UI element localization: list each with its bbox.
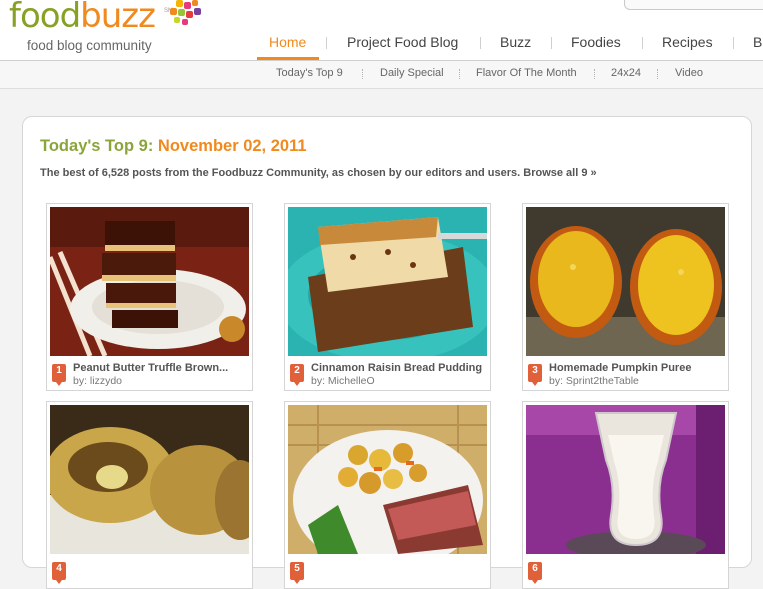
subnav-separator: [459, 69, 461, 79]
top-9-description: The best of 6,528 posts from the Foodbuz…: [40, 167, 597, 179]
post-author[interactable]: by: lizzydo: [73, 375, 122, 387]
logo-buzz-text: buzz: [80, 0, 156, 36]
description-text: The best of 6,528 posts from the Foodbuz…: [40, 167, 521, 179]
post-thumbnail[interactable]: [526, 405, 725, 554]
post-caption: 4: [47, 558, 252, 588]
site-logo[interactable]: foodbuzz: [9, 0, 156, 36]
post-card[interactable]: 6: [522, 401, 729, 589]
colorful-dots-icon: [170, 0, 201, 25]
rank-badge: 3: [528, 364, 542, 386]
nav-separator: [642, 37, 643, 49]
post-author[interactable]: by: Sprint2theTable: [549, 375, 639, 387]
post-card[interactable]: 3 Homemade Pumpkin Puree by: Sprint2theT…: [522, 203, 729, 391]
post-author[interactable]: by: MichelleO: [311, 375, 375, 387]
post-card[interactable]: 1 Peanut Butter Truffle Brown... by: liz…: [46, 203, 253, 391]
subnav-item-flavor-of-the-month[interactable]: Flavor Of The Month: [476, 67, 577, 79]
nav-item-buzz[interactable]: Buzz: [500, 34, 531, 50]
main-nav: Home Project Food Blog Buzz Foodies Reci…: [0, 34, 763, 52]
nav-item-home[interactable]: Home: [269, 34, 306, 50]
post-thumbnail[interactable]: [50, 405, 249, 554]
post-thumbnail[interactable]: [526, 207, 725, 356]
post-card[interactable]: 4: [46, 401, 253, 589]
subnav-item-24x24[interactable]: 24x24: [611, 67, 641, 79]
subnav-item-daily-special[interactable]: Daily Special: [380, 67, 444, 79]
subnav-separator: [594, 69, 596, 79]
subnav-separator: [362, 69, 364, 79]
nav-item-foodies[interactable]: Foodies: [571, 34, 621, 50]
rank-badge: 6: [528, 562, 542, 584]
site-header: foodbuzz SM food blog community Home Pro…: [0, 0, 763, 60]
rank-badge: 4: [52, 562, 66, 584]
top-9-date: November 02, 2011: [157, 137, 307, 155]
rank-badge: 5: [290, 562, 304, 584]
nav-separator: [326, 37, 327, 49]
sub-nav: Today's Top 9 Daily Special Flavor Of Th…: [0, 60, 763, 89]
post-caption: 2 Cinnamon Raisin Bread Pudding by: Mich…: [285, 360, 490, 390]
nav-item-project-food-blog[interactable]: Project Food Blog: [347, 34, 458, 50]
top-9-panel: Today's Top 9: November 02, 2011 The bes…: [22, 116, 752, 589]
post-caption: 5: [285, 558, 490, 588]
post-thumbnail[interactable]: [288, 405, 487, 554]
post-title[interactable]: Cinnamon Raisin Bread Pudding: [311, 362, 482, 374]
post-title[interactable]: Peanut Butter Truffle Brown...: [73, 362, 228, 374]
rank-badge: 2: [290, 364, 304, 386]
search-input[interactable]: [624, 0, 763, 10]
page-title: Today's Top 9: November 02, 2011: [40, 137, 307, 156]
nav-item-blogs[interactable]: B: [753, 34, 762, 50]
top-9-title: Today's Top 9:: [40, 137, 154, 155]
subnav-item-todays-top-9[interactable]: Today's Top 9: [276, 67, 343, 79]
browse-all-link[interactable]: Browse all 9 »: [523, 167, 596, 179]
logo-food-text: food: [9, 0, 81, 36]
post-caption: 3 Homemade Pumpkin Puree by: Sprint2theT…: [523, 360, 728, 390]
subnav-separator: [657, 69, 659, 79]
post-caption: 6: [523, 558, 728, 588]
rank-badge: 1: [52, 364, 66, 386]
nav-item-recipes[interactable]: Recipes: [662, 34, 713, 50]
post-thumbnail[interactable]: [50, 207, 249, 356]
post-card[interactable]: 2 Cinnamon Raisin Bread Pudding by: Mich…: [284, 203, 491, 391]
post-title[interactable]: Homemade Pumpkin Puree: [549, 362, 691, 374]
nav-separator: [480, 37, 481, 49]
nav-separator: [733, 37, 734, 49]
post-caption: 1 Peanut Butter Truffle Brown... by: liz…: [47, 360, 252, 390]
nav-separator: [551, 37, 552, 49]
subnav-item-video[interactable]: Video: [675, 67, 703, 79]
post-card[interactable]: 5: [284, 401, 491, 589]
post-thumbnail[interactable]: [288, 207, 487, 356]
